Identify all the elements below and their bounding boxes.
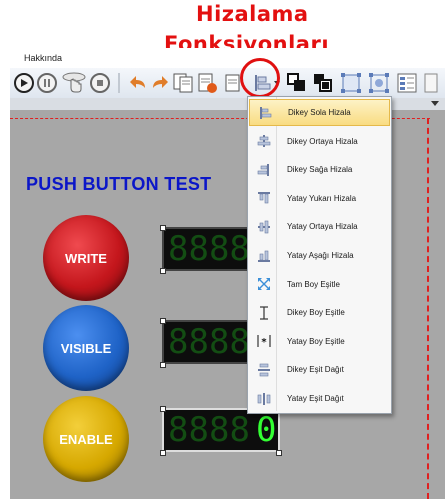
selection-handle[interactable] xyxy=(160,318,166,324)
menu-item-label: Dikey Boy Eşitle xyxy=(287,308,345,318)
enable-button-label: ENABLE xyxy=(59,431,113,447)
delete-page-icon xyxy=(198,73,217,93)
bring-front-button[interactable] xyxy=(286,73,308,93)
segment-digits: 8888 xyxy=(168,410,250,450)
menu-item-distribute-horizontal[interactable]: Yatay Eşit Dağıt xyxy=(249,385,390,412)
ungroup-button[interactable] xyxy=(368,73,390,93)
pause-icon xyxy=(44,79,50,87)
distribute-horizontal-icon xyxy=(257,392,271,406)
group-button[interactable] xyxy=(340,73,362,93)
align-top-icon xyxy=(257,191,271,205)
same-size-icon xyxy=(257,277,271,291)
selection-handle[interactable] xyxy=(160,225,166,231)
menu-item-hakkinda[interactable]: Hakkında xyxy=(24,53,62,63)
play-icon xyxy=(21,79,28,87)
toolbar-edge-button[interactable] xyxy=(424,73,438,93)
menu-item-same-size[interactable]: Tam Boy Eşitle xyxy=(249,271,390,298)
send-back-button[interactable] xyxy=(312,73,334,93)
properties-icon xyxy=(397,73,417,93)
menu-item-label: Dikey Sağa Hizala xyxy=(287,165,353,175)
toolbar-separator xyxy=(118,73,120,93)
align-center-vertical-icon xyxy=(257,134,271,148)
toolbar xyxy=(10,68,445,99)
window-frame-left xyxy=(0,34,10,499)
same-height-icon xyxy=(257,306,271,320)
menu-item-label: Tam Boy Eşitle xyxy=(287,279,340,289)
menu-item-align-left[interactable]: Dikey Sola Hizala xyxy=(249,99,390,126)
selection-handle[interactable] xyxy=(160,450,166,456)
undo-button[interactable] xyxy=(128,73,148,93)
send-to-back-icon xyxy=(314,74,332,92)
align-left-icon xyxy=(258,106,272,120)
undo-icon xyxy=(130,76,145,88)
svg-text:*: * xyxy=(261,337,267,348)
align-middle-horizontal-icon xyxy=(257,220,271,234)
menu-item-label: Dikey Sola Hizala xyxy=(288,108,351,117)
group-icon xyxy=(341,73,361,93)
menu-item-align-right[interactable]: Dikey Sağa Hizala xyxy=(249,156,390,183)
same-width-icon: * xyxy=(257,334,271,348)
menu-bar: Hakkında xyxy=(10,48,445,68)
canvas-title-label[interactable]: PUSH BUTTON TEST xyxy=(26,174,211,195)
redo-icon xyxy=(153,76,168,88)
properties-button[interactable] xyxy=(396,73,418,93)
copy-button[interactable] xyxy=(172,73,194,93)
menu-item-same-height[interactable]: Dikey Boy Eşitle xyxy=(249,299,390,326)
stop-button[interactable] xyxy=(90,73,110,93)
selection-handle[interactable] xyxy=(276,450,282,456)
align-bottom-icon xyxy=(257,249,271,263)
align-right-icon xyxy=(257,163,271,177)
delete-button[interactable] xyxy=(196,73,218,93)
panel-icon xyxy=(424,73,438,93)
selection-handle[interactable] xyxy=(160,362,166,368)
menu-item-label: Yatay Eşit Dağıt xyxy=(287,394,344,403)
menu-item-label: Yatay Aşağı Hizala xyxy=(287,251,354,260)
menu-item-label: Yatay Boy Eşitle xyxy=(287,336,345,346)
annotation-title-line1: Hizalama xyxy=(196,2,309,26)
reset-hand-icon xyxy=(62,72,86,93)
menu-item-align-middle-horizontal[interactable]: Yatay Ortaya Hizala xyxy=(249,213,390,240)
chevron-down-icon[interactable] xyxy=(431,100,439,108)
annotation-highlight-circle xyxy=(240,58,280,98)
menu-item-label: Dikey Eşit Dağıt xyxy=(287,365,344,375)
menu-item-label: Dikey Ortaya Hizala xyxy=(287,136,358,146)
menu-item-same-width[interactable]: * Yatay Boy Eşitle xyxy=(249,328,390,355)
alignment-dropdown-menu: Dikey Sola Hizala Dikey Ortaya Hizala Dike… xyxy=(247,96,392,414)
selection-handle[interactable] xyxy=(160,406,166,412)
play-button[interactable] xyxy=(14,73,34,93)
redo-button[interactable] xyxy=(150,73,170,93)
bring-to-front-icon xyxy=(287,73,305,91)
menu-item-align-top[interactable]: Yatay Yukarı Hizala xyxy=(249,185,390,212)
menu-item-distribute-vertical[interactable]: Dikey Eşit Dağıt xyxy=(249,356,390,383)
menu-item-align-center-vertical[interactable]: Dikey Ortaya Hizala xyxy=(249,128,390,155)
copy-icon xyxy=(173,73,193,93)
write-push-button[interactable]: WRITE xyxy=(43,215,129,301)
segment-display-3-lit-digit: 0 xyxy=(256,410,277,450)
ungroup-icon xyxy=(369,73,389,93)
page-boundary-right xyxy=(427,118,429,499)
stop-icon xyxy=(97,80,103,86)
visible-button-label: VISIBLE xyxy=(60,340,112,356)
enable-push-button[interactable]: ENABLE xyxy=(43,396,129,482)
menu-item-align-bottom[interactable]: Yatay Aşağı Hizala xyxy=(249,242,390,269)
pause-button[interactable] xyxy=(37,73,57,93)
write-button-label: WRITE xyxy=(65,250,107,266)
selection-handle[interactable] xyxy=(160,268,166,274)
menu-item-label: Yatay Ortaya Hizala xyxy=(287,222,358,232)
visible-push-button[interactable]: VISIBLE xyxy=(43,305,129,391)
menu-item-label: Yatay Yukarı Hizala xyxy=(287,193,357,203)
reset-button[interactable] xyxy=(62,72,86,93)
distribute-vertical-icon xyxy=(257,363,271,377)
